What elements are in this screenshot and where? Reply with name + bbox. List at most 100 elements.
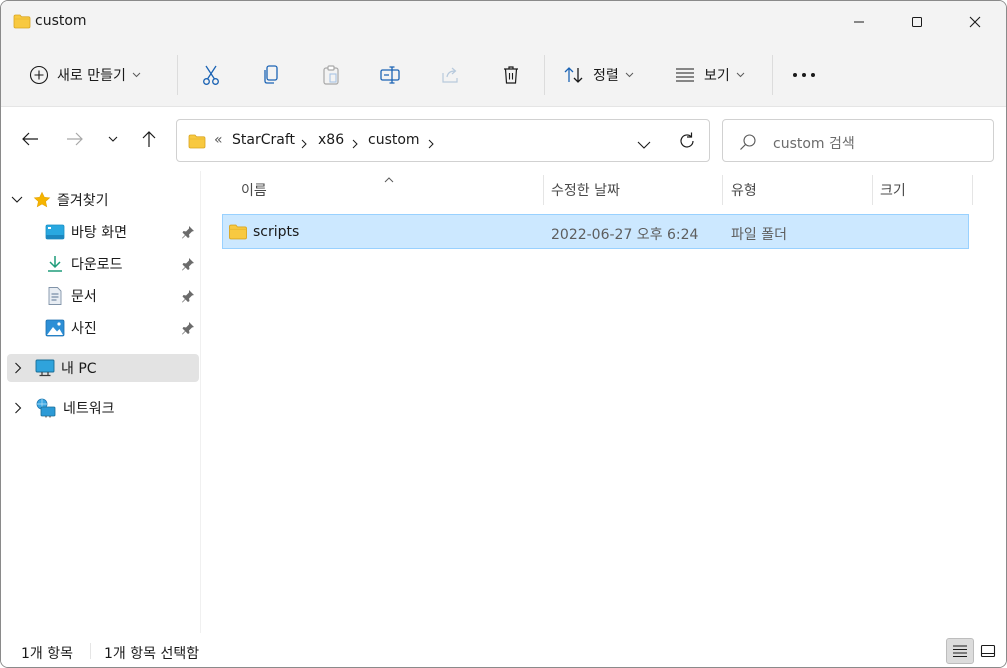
- folder-icon: [13, 14, 31, 33]
- column-divider[interactable]: [543, 175, 544, 205]
- paste-icon: [323, 65, 339, 85]
- folder-icon: [188, 134, 206, 153]
- picture-icon: [45, 319, 65, 337]
- pin-icon[interactable]: [181, 321, 195, 339]
- more-options-button[interactable]: [789, 57, 819, 93]
- column-divider[interactable]: [972, 175, 973, 205]
- sidebar-item-label: 사진: [71, 321, 97, 337]
- search-box[interactable]: custom 검색: [722, 119, 994, 162]
- toolbar-divider: [544, 55, 545, 95]
- sort-arrows-icon: [564, 67, 583, 83]
- column-header-type[interactable]: 유형: [731, 180, 757, 200]
- minimize-icon: [854, 21, 864, 23]
- title-bar[interactable]: custom: [1, 1, 1006, 43]
- view-button[interactable]: 보기: [674, 57, 745, 93]
- toolbar-divider: [772, 55, 773, 95]
- sidebar-item-network[interactable]: 네트워크: [14, 394, 115, 422]
- file-list: 이름 수정한 날짜 유형 크기 scripts 2022-06-27 오후 6:…: [202, 171, 1006, 633]
- pin-icon[interactable]: [181, 257, 195, 275]
- status-bar: 1개 항목 1개 항목 선택함: [1, 633, 1006, 667]
- column-header-modified[interactable]: 수정한 날짜: [551, 180, 620, 200]
- explorer-window: custom 새로 만들기 정렬 보기 « StarCraft x86 cust…: [0, 0, 1007, 668]
- sidebar-item-downloads[interactable]: 다운로드: [45, 250, 123, 278]
- chevron-right-icon[interactable]: [14, 402, 22, 414]
- breadcrumb-starcraft[interactable]: StarCraft: [232, 132, 295, 148]
- close-button[interactable]: [946, 1, 1004, 43]
- file-type: 파일 폴더: [731, 227, 787, 243]
- chevron-down-icon: [11, 196, 23, 203]
- arrow-up-icon: [142, 131, 156, 147]
- item-count: 1개 항목: [21, 646, 73, 662]
- more-dots-icon: [793, 73, 815, 77]
- tiles-view-button[interactable]: [974, 638, 1002, 664]
- new-button[interactable]: 새로 만들기: [29, 57, 141, 93]
- recent-locations-button[interactable]: [99, 125, 127, 153]
- address-history-button[interactable]: [637, 137, 651, 153]
- sidebar-item-label: 내 PC: [61, 361, 97, 377]
- cut-button[interactable]: [197, 57, 225, 93]
- tiles-view-icon: [980, 644, 996, 658]
- list-view-icon: [676, 68, 694, 82]
- up-button[interactable]: [135, 125, 163, 153]
- computer-icon: [35, 359, 55, 377]
- column-divider[interactable]: [872, 175, 873, 205]
- details-view-icon: [953, 645, 967, 658]
- sidebar-item-this-pc[interactable]: 내 PC: [14, 354, 97, 382]
- search-placeholder[interactable]: custom 검색: [773, 133, 855, 153]
- paste-button[interactable]: [317, 57, 345, 93]
- address-bar[interactable]: « StarCraft x86 custom: [176, 119, 710, 162]
- details-view-button[interactable]: [946, 638, 974, 664]
- search-icon: [739, 133, 757, 155]
- sort-button[interactable]: 정렬: [563, 57, 634, 93]
- breadcrumb-x86[interactable]: x86: [318, 132, 344, 148]
- column-header-name[interactable]: 이름: [241, 180, 267, 200]
- minimize-button[interactable]: [830, 1, 888, 43]
- document-icon: [48, 287, 62, 305]
- sidebar-item-documents[interactable]: 문서: [45, 282, 97, 310]
- refresh-button[interactable]: [677, 131, 697, 155]
- pin-icon[interactable]: [181, 289, 195, 307]
- close-icon: [969, 16, 981, 28]
- breadcrumb-custom[interactable]: custom: [368, 132, 420, 148]
- chevron-right-icon[interactable]: [14, 362, 22, 374]
- sidebar-item-desktop[interactable]: 바탕 화면: [45, 218, 127, 246]
- back-button[interactable]: [16, 125, 44, 153]
- chevron-right-icon[interactable]: [352, 137, 358, 153]
- star-icon: [33, 191, 51, 208]
- navigation-pane: 즐겨찾기 바탕 화면 다운로드 문서 사진 내 PC 네트워크: [1, 171, 201, 633]
- rename-button[interactable]: [377, 57, 405, 93]
- column-header-size[interactable]: 크기: [880, 180, 906, 200]
- scissors-icon: [203, 65, 219, 85]
- copy-button[interactable]: [257, 57, 285, 93]
- breadcrumb-overflow[interactable]: «: [214, 132, 223, 148]
- forward-button[interactable]: [61, 125, 89, 153]
- chevron-down-icon: [625, 72, 634, 78]
- trash-icon: [504, 66, 518, 84]
- rename-icon: [380, 66, 400, 84]
- command-bar: 새로 만들기 정렬 보기: [1, 43, 1006, 107]
- sidebar-item-quick-access[interactable]: 즐겨찾기: [11, 186, 109, 214]
- delete-button[interactable]: [497, 57, 525, 93]
- new-button-label: 새로 만들기: [57, 68, 126, 84]
- maximize-button[interactable]: [888, 1, 946, 43]
- share-button[interactable]: [437, 57, 465, 93]
- copy-icon: [264, 65, 278, 84]
- pin-icon[interactable]: [181, 225, 195, 243]
- sidebar-item-label: 바탕 화면: [71, 225, 127, 241]
- file-row[interactable]: scripts 2022-06-27 오후 6:24 파일 폴더: [222, 214, 969, 249]
- file-modified: 2022-06-27 오후 6:24: [551, 227, 699, 243]
- chevron-right-icon[interactable]: [301, 137, 307, 153]
- sort-ascending-icon: [384, 171, 394, 187]
- status-divider: [90, 643, 91, 659]
- download-icon: [48, 256, 62, 272]
- sort-button-label: 정렬: [593, 68, 619, 84]
- sidebar-item-label: 즐겨찾기: [57, 193, 109, 209]
- column-divider[interactable]: [722, 175, 723, 205]
- address-row: « StarCraft x86 custom custom 검색: [1, 108, 1006, 170]
- chevron-down-icon: [108, 136, 118, 142]
- selection-count: 1개 항목 선택함: [104, 646, 200, 662]
- file-name[interactable]: scripts: [253, 224, 299, 240]
- plus-circle-icon: [29, 65, 49, 85]
- chevron-right-icon[interactable]: [428, 137, 434, 153]
- sidebar-item-pictures[interactable]: 사진: [45, 314, 97, 342]
